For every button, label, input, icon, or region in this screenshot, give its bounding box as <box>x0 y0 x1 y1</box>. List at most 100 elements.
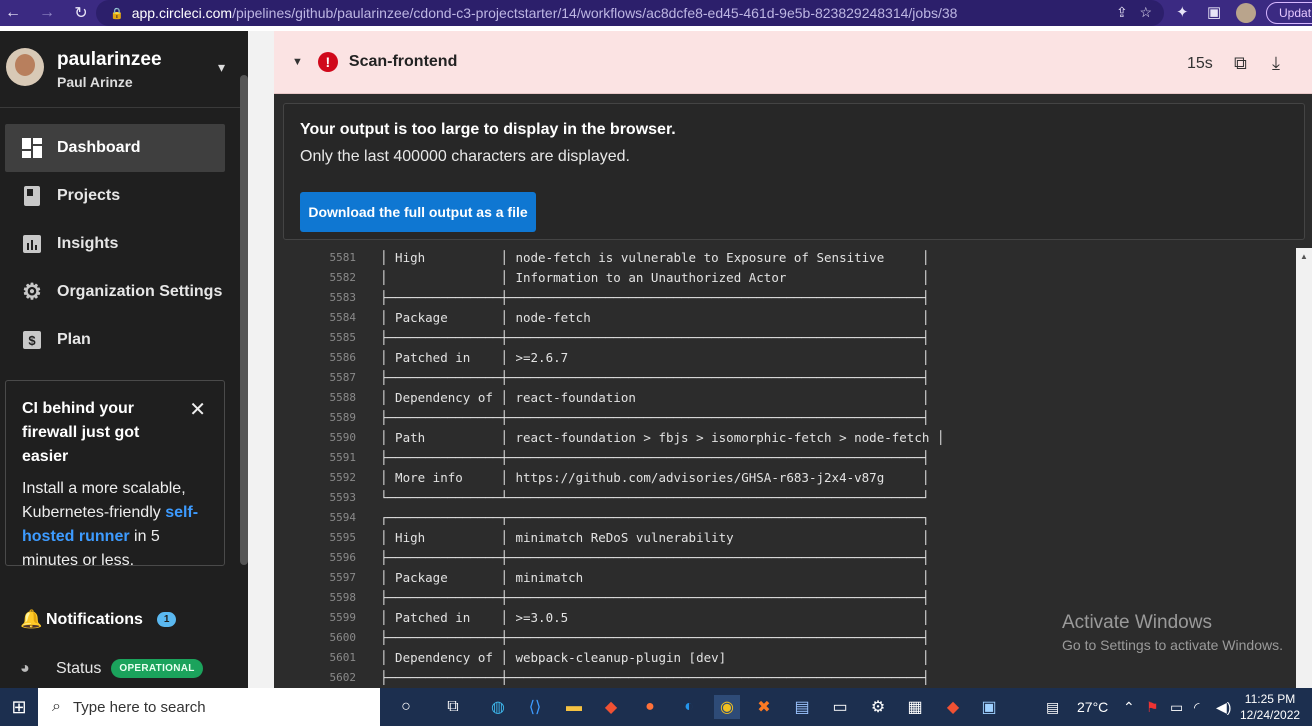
edge-icon[interactable]: ◍ <box>485 695 511 719</box>
sidebar-scrollbar[interactable] <box>240 75 248 565</box>
taskbar-search[interactable]: ⌕ Type here to search <box>38 688 380 726</box>
gutter <box>248 31 274 688</box>
log-line: 5588 │ Dependency of │ react-foundation │ <box>274 388 1304 408</box>
extensions-icon[interactable]: ✦ <box>1176 3 1189 21</box>
log-line: 5590 │ Path │ react-foundation > fbjs > i… <box>274 428 1304 448</box>
page-scrollbar[interactable]: ▲ <box>1296 248 1312 688</box>
line-text: │ Package │ node-fetch │ <box>380 310 930 325</box>
sidebar-item-label: Plan <box>57 331 91 348</box>
sidebar-item-dashboard[interactable]: Dashboard <box>5 124 225 172</box>
line-text: ├───────────────┼───────────────────────… <box>380 590 930 605</box>
sidebar-item-label: Projects <box>57 187 121 204</box>
chevron-down-icon[interactable]: ▾ <box>218 59 225 76</box>
sidebar-item-projects[interactable]: Projects <box>5 172 225 220</box>
reload-icon[interactable]: ↻ <box>70 3 92 23</box>
xampp-icon[interactable]: ✖ <box>751 695 777 719</box>
log-line: 5593 └───────────────┴───────────────────… <box>274 488 1304 508</box>
profile-avatar[interactable] <box>1236 3 1256 23</box>
sidebar-item-label: Dashboard <box>57 139 141 156</box>
remote-desktop-icon[interactable]: ▣ <box>976 695 1002 719</box>
output-too-large-notice: Your output is too large to display in t… <box>283 103 1305 240</box>
line-text: ├───────────────┼───────────────────────… <box>380 290 930 305</box>
log-line: 5581 │ High │ node-fetch is vulnerable to… <box>274 248 1304 268</box>
vscode-icon[interactable]: ⟨⟩ <box>522 695 548 719</box>
notifications-link[interactable]: 🔔 Notifications 1 <box>20 609 177 630</box>
notifications-label: Notifications <box>46 610 143 628</box>
windows-start-icon[interactable]: ⊞ <box>0 697 38 718</box>
cortana-icon[interactable]: ○ <box>393 695 419 719</box>
line-text: ├───────────────┼───────────────────────… <box>380 550 930 565</box>
line-number: 5593 <box>329 491 357 504</box>
watermark-subtitle: Go to Settings to activate Windows. <box>1062 637 1283 653</box>
promo-body: Install a more scalable, Kubernetes-frie… <box>22 480 199 569</box>
sidebar-item-label: Insights <box>57 235 119 252</box>
log-line: 5584 │ Package │ node-fetch │ <box>274 308 1304 328</box>
runner-promo-card: CI behind your firewall just got easier … <box>5 380 225 569</box>
docker-icon[interactable]: ◐ <box>676 695 702 719</box>
search-icon: ⌕ <box>52 698 61 715</box>
line-number: 5596 <box>329 551 357 564</box>
git-gui-icon[interactable]: ◆ <box>940 695 966 719</box>
battery-icon[interactable]: ▭ <box>1170 699 1183 716</box>
git-icon[interactable]: ◆ <box>598 695 624 719</box>
promo-title: CI behind your firewall just got easier <box>22 400 140 465</box>
job-header[interactable]: ▼ ! Scan-frontend 15s ⧉ ⤓ <box>274 31 1312 94</box>
line-text: ├───────────────┼───────────────────────… <box>380 410 930 425</box>
address-bar[interactable]: 🔒 app.circleci.com/pipelines/github/paul… <box>96 0 1164 26</box>
clapper-icon[interactable]: ▦ <box>902 695 928 719</box>
back-icon[interactable]: ← <box>2 4 24 22</box>
svg-text:$: $ <box>28 333 36 348</box>
chrome-icon[interactable]: ◉ <box>714 695 740 719</box>
line-text: │ More info │ https://github.com/advisor… <box>380 470 930 485</box>
volume-icon[interactable]: ◀) <box>1216 699 1231 716</box>
temperature[interactable]: 27°C <box>1077 699 1108 715</box>
scroll-up-icon[interactable]: ▲ <box>1300 252 1308 261</box>
divider <box>0 107 240 108</box>
line-text: ├───────────────┼───────────────────────… <box>380 370 930 385</box>
clock-date: 12/24/2022 <box>1240 708 1301 722</box>
url-host: app.circleci.com <box>131 5 233 21</box>
settings-icon[interactable]: ⚙ <box>865 695 891 719</box>
status-link[interactable]: ◕ Status OPERATIONAL <box>20 659 203 678</box>
close-icon[interactable]: ✕ <box>189 397 206 422</box>
antivirus-icon[interactable]: ⚑ <box>1146 699 1159 716</box>
line-text: │ Dependency of │ react-foundation │ <box>380 390 930 405</box>
log-line: 5595 │ High │ minimatch ReDoS vulnerabili… <box>274 528 1304 548</box>
line-text: │ High │ minimatch ReDoS vulnerability │ <box>380 530 930 545</box>
dashboard-icon <box>22 138 42 158</box>
line-number: 5581 <box>329 251 357 264</box>
status-label: Status <box>56 659 102 677</box>
file-explorer-icon[interactable]: ▬ <box>561 695 587 719</box>
log-line: 5589 ├───────────────┼───────────────────… <box>274 408 1304 428</box>
line-number: 5592 <box>329 471 357 484</box>
share-star-icons[interactable]: ⇪ ☆ <box>1116 4 1152 21</box>
download-full-output-button[interactable]: Download the full output as a file <box>300 192 536 232</box>
sidebar-item-insights[interactable]: Insights <box>5 220 225 268</box>
line-number: 5598 <box>329 591 357 604</box>
sidepanel-icon[interactable]: ▣ <box>1207 3 1221 21</box>
log-line: 5591 ├───────────────┼───────────────────… <box>274 448 1304 468</box>
username: paularinzee <box>57 49 162 70</box>
network-app-icon[interactable]: ▤ <box>789 695 815 719</box>
line-number: 5587 <box>329 371 357 384</box>
log-line: 5587 ├───────────────┼───────────────────… <box>274 368 1304 388</box>
sidebar-item-plan[interactable]: $ Plan <box>5 316 225 364</box>
clock[interactable]: 11:25 PM 12/24/2022 <box>1240 691 1300 723</box>
line-number: 5602 <box>329 671 357 684</box>
chevron-up-icon[interactable]: ⌃ <box>1123 699 1135 716</box>
open-external-icon[interactable]: ⧉ <box>1234 53 1247 74</box>
task-view-icon[interactable]: ⧉ <box>440 695 466 719</box>
firefox-icon[interactable]: ● <box>637 695 663 719</box>
bell-icon: 🔔 <box>20 609 43 629</box>
collapse-caret-icon[interactable]: ▼ <box>292 56 303 68</box>
update-button[interactable]: Updat <box>1266 2 1312 24</box>
wifi-icon[interactable]: ◜ <box>1194 699 1199 716</box>
weather-icon[interactable]: ▤ <box>1046 699 1059 716</box>
notice-title: Your output is too large to display in t… <box>300 121 676 138</box>
terminal-icon[interactable]: ▭ <box>827 695 853 719</box>
line-number: 5585 <box>329 331 357 344</box>
download-icon[interactable]: ⤓ <box>1272 53 1280 74</box>
avatar[interactable] <box>6 48 44 86</box>
sidebar-item-organization-settings[interactable]: ⚙ Organization Settings <box>5 268 225 316</box>
forward-icon[interactable]: → <box>36 4 58 22</box>
